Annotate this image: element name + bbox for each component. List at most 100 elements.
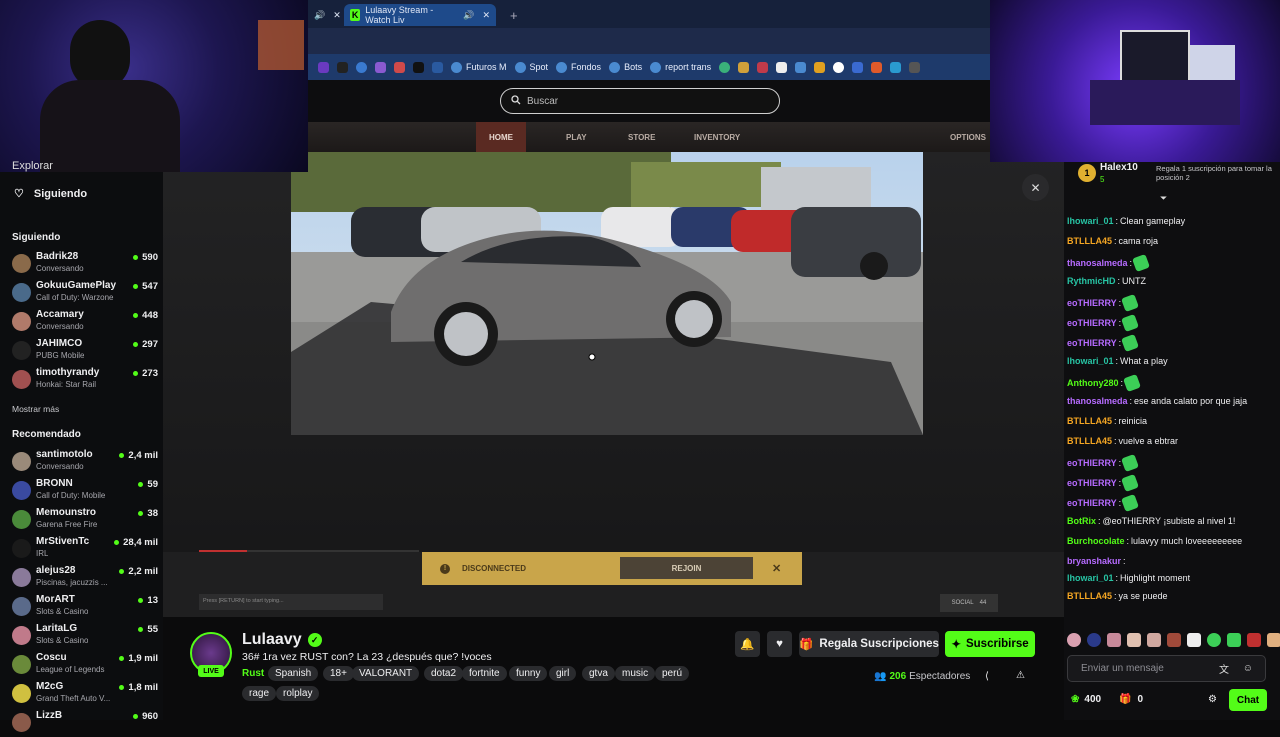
notification-button[interactable]: 🔔 [735, 631, 760, 657]
chat-username[interactable]: thanosalmeda [1067, 258, 1128, 268]
bookmark-icon[interactable] [719, 61, 731, 73]
stream-tag[interactable]: dota2 [424, 666, 464, 681]
sidebar-following-nav[interactable]: ♡ Siguiendo [14, 187, 87, 201]
bookmark-icon[interactable] [833, 61, 845, 73]
bookmark-icon[interactable] [318, 61, 329, 73]
bookmark-icon[interactable] [394, 61, 405, 73]
bookmark-futuros[interactable]: Futuros M [451, 61, 507, 73]
chat-username[interactable]: Anthony280 [1067, 378, 1119, 388]
stream-tag[interactable]: gtva [582, 666, 615, 681]
stream-tag[interactable]: music [615, 666, 656, 681]
emote-icon[interactable] [1167, 633, 1181, 647]
chat-username[interactable]: lhowari_01 [1067, 216, 1114, 226]
settings-gear-icon[interactable]: ⚙ [1208, 694, 1217, 705]
sidebar-channel-following[interactable]: Badrik28 Conversando 590 [0, 250, 163, 278]
chat-username[interactable]: RythmicHD [1067, 276, 1116, 286]
image-overlay[interactable] [291, 152, 923, 435]
bookmark-icon[interactable] [757, 61, 769, 73]
stream-tag[interactable]: perú [655, 666, 690, 681]
translate-icon[interactable]: 文 [1219, 661, 1229, 676]
sidebar-channel-following[interactable]: JAHIMCO PUBG Mobile 297 [0, 337, 163, 365]
gifts-counter[interactable]: 🎁 0 [1119, 694, 1143, 705]
chat-username[interactable]: lhowari_01 [1067, 356, 1114, 366]
sidebar-channel-recommended[interactable]: MrStivenTc IRL 28,4 mil [0, 535, 163, 563]
close-overlay-button[interactable]: ✕ [1022, 174, 1049, 201]
bookmark-icon[interactable] [432, 61, 443, 73]
sidebar-channel-following[interactable]: Accamary Conversando 448 [0, 308, 163, 336]
emote-icon[interactable] [1127, 633, 1141, 647]
search-bar[interactable]: Buscar [500, 88, 780, 114]
bookmark-report[interactable]: report trans [650, 61, 711, 73]
stream-tag[interactable]: 18+ [323, 666, 354, 681]
stream-tag[interactable]: funny [509, 666, 548, 681]
emote-icon[interactable] [1087, 633, 1101, 647]
stream-tag[interactable]: rage [242, 686, 277, 701]
bookmark-icon[interactable] [890, 61, 902, 73]
show-more-link[interactable]: Mostrar más [12, 404, 59, 414]
emoji-icon[interactable]: ☺ [1243, 663, 1253, 674]
chat-username[interactable]: BTLLLA45 [1067, 436, 1112, 446]
close-icon[interactable]: ✕ [772, 562, 781, 575]
emote-icon[interactable] [1147, 633, 1161, 647]
sidebar-channel-recommended[interactable]: LizzB 960 [0, 709, 163, 737]
rejoin-button[interactable]: REJOIN [620, 557, 753, 579]
emote-icon[interactable] [1107, 633, 1121, 647]
stream-tag[interactable]: rolplay [276, 686, 320, 701]
new-tab-button[interactable]: + [504, 4, 524, 26]
sidebar-channel-following[interactable]: timothyrandy Honkai: Star Rail 273 [0, 366, 163, 394]
bookmark-spot[interactable]: Spot [514, 61, 548, 73]
channel-points[interactable]: ❀ 400 [1071, 694, 1101, 705]
chat-username[interactable]: eoTHIERRY [1067, 498, 1117, 508]
bookmark-icon[interactable] [738, 61, 750, 73]
chat-username[interactable]: eoTHIERRY [1067, 318, 1117, 328]
chat-username[interactable]: Burchocolate [1067, 536, 1125, 546]
gift-subs-button[interactable]: 🎁 Regala Suscripciones [799, 631, 939, 657]
bookmark-icon[interactable] [375, 61, 386, 73]
bookmark-icon[interactable] [871, 61, 883, 73]
bookmark-icon[interactable] [356, 61, 367, 73]
leader-name[interactable]: Halex10 [1100, 162, 1138, 173]
chat-input[interactable]: Enviar un mensaje 文 ☺ [1067, 655, 1266, 682]
tab-previous[interactable]: 🔊 ✕ [308, 4, 341, 26]
stream-tag[interactable]: VALORANT [352, 666, 420, 681]
sidebar-explore[interactable]: Explorar [12, 160, 53, 172]
bookmark-icon[interactable] [795, 61, 807, 73]
bookmark-icon[interactable] [852, 61, 864, 73]
sidebar-channel-recommended[interactable]: Memounstro Garena Free Fire 38 [0, 506, 163, 534]
sidebar-channel-recommended[interactable]: alejus28 Piscinas, jacuzzis ... 2,2 mil [0, 564, 163, 592]
emote-icon[interactable] [1247, 633, 1261, 647]
bookmark-icon[interactable] [909, 61, 921, 73]
subscribe-button[interactable]: ✦ Suscribirse [945, 631, 1035, 657]
tab-close-icon[interactable]: ✕ [333, 10, 341, 21]
stream-tag[interactable]: girl [549, 666, 577, 681]
bookmark-icon[interactable] [776, 61, 788, 73]
chat-username[interactable]: eoTHIERRY [1067, 478, 1117, 488]
speaker-icon[interactable]: 🔊 [463, 10, 474, 21]
emote-icon[interactable] [1267, 633, 1280, 647]
share-icon[interactable]: ⟨ [985, 671, 989, 682]
bookmark-fondos[interactable]: Fondos [556, 61, 601, 73]
chat-username[interactable]: bryanshakur [1067, 556, 1121, 566]
sidebar-channel-recommended[interactable]: MorART Slots & Casino 13 [0, 593, 163, 621]
sidebar-channel-recommended[interactable]: Coscu League of Legends 1,9 mil [0, 651, 163, 679]
sidebar-channel-recommended[interactable]: santimotolo Conversando 2,4 mil [0, 448, 163, 476]
emote-icon[interactable] [1227, 633, 1241, 647]
bookmark-bots[interactable]: Bots [609, 61, 642, 73]
tab-active[interactable]: K Lulaavy Stream - Watch Liv 🔊 ✕ [344, 4, 496, 26]
sidebar-channel-recommended[interactable]: M2cG Grand Theft Auto V... 1,8 mil [0, 680, 163, 708]
chat-username[interactable]: eoTHIERRY [1067, 298, 1117, 308]
chat-username[interactable]: thanosalmeda [1067, 396, 1128, 406]
follow-button[interactable]: ♥ [767, 631, 792, 657]
emote-icon[interactable] [1187, 633, 1201, 647]
chat-username[interactable]: BTLLLA45 [1067, 236, 1112, 246]
game-chat-input[interactable]: Press [RETURN] to start typing... [199, 594, 383, 610]
emote-icon[interactable] [1207, 633, 1221, 647]
chat-username[interactable]: BTLLLA45 [1067, 591, 1112, 601]
stream-tag[interactable]: fortnite [462, 666, 507, 681]
send-chat-button[interactable]: Chat [1229, 689, 1267, 711]
report-icon[interactable]: ⚠ [1016, 670, 1025, 681]
emote-icon[interactable] [1067, 633, 1081, 647]
bookmark-icon[interactable] [337, 61, 348, 73]
category-link[interactable]: Rust [242, 668, 264, 679]
search-input[interactable]: Buscar [527, 96, 558, 107]
